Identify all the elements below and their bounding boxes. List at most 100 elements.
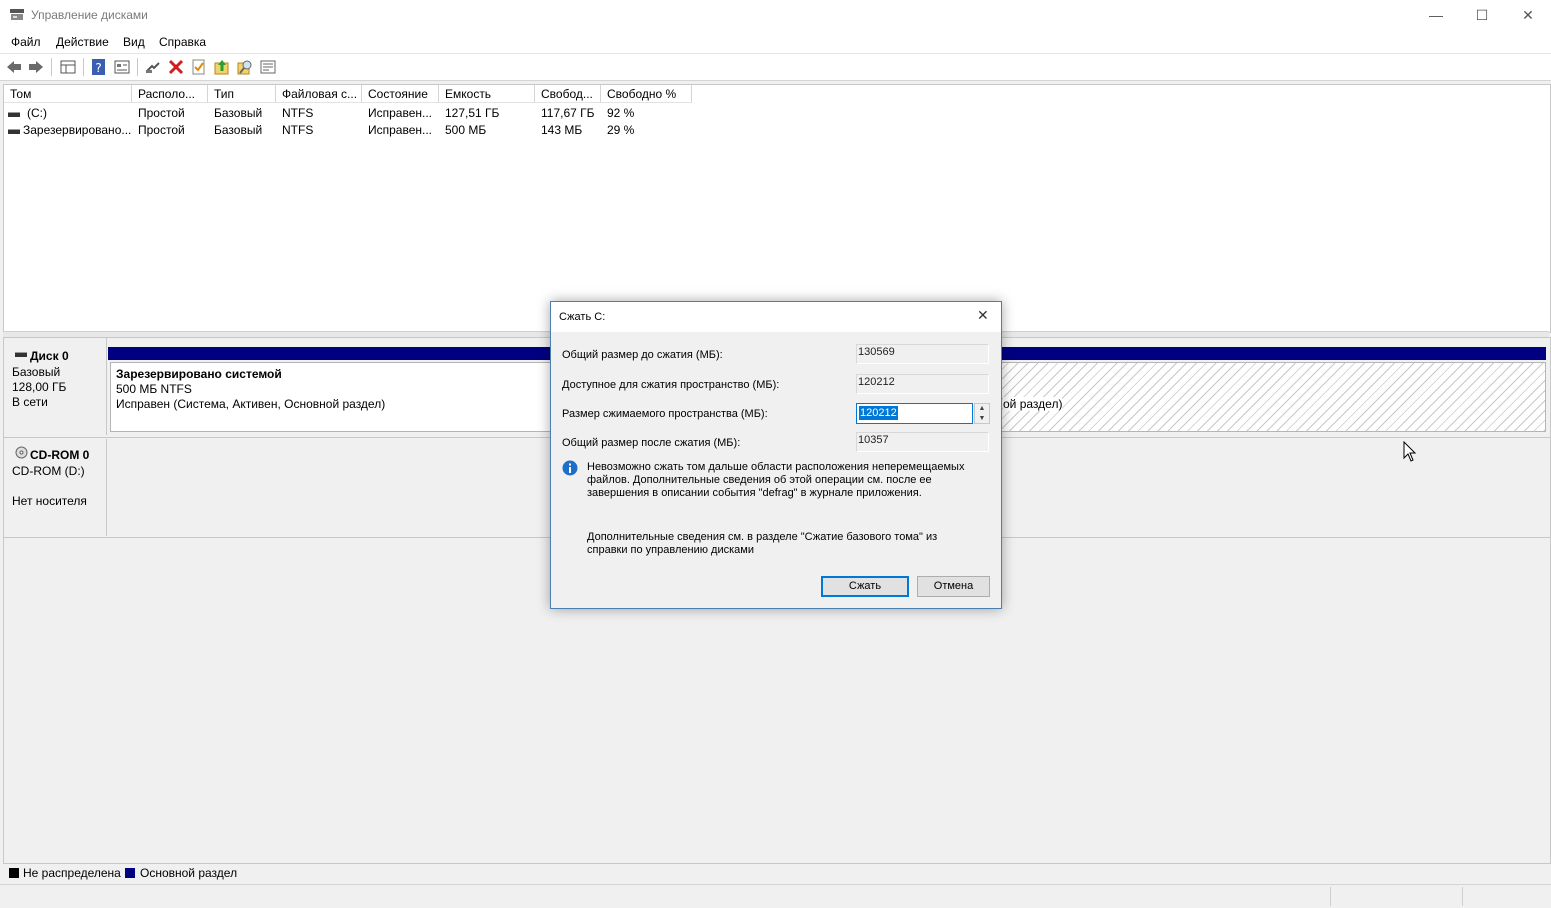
- legend-swatch-unallocated: [9, 868, 19, 878]
- disk-icon: [15, 352, 27, 357]
- table-row[interactable]: Зарезервировано... Простой Базовый NTFS …: [4, 122, 704, 139]
- disk0-info[interactable]: Диск 0 Базовый 128,00 ГБ В сети: [4, 338, 107, 435]
- shrink-dialog: Сжать C: ✕ Общий размер до сжатия (МБ): …: [550, 301, 1002, 609]
- minimize-button[interactable]: —: [1413, 0, 1459, 31]
- dialog-title: Сжать C:: [559, 311, 606, 323]
- disk0-name: Диск 0: [30, 349, 69, 363]
- menu-action[interactable]: Действие: [56, 35, 109, 49]
- column-header-status[interactable]: Состояние: [362, 85, 439, 103]
- cdrom0-info[interactable]: CD-ROM 0 CD-ROM (D:) Нет носителя: [4, 439, 107, 536]
- cell-free-percent: 29 %: [607, 123, 635, 137]
- volume-icon: [8, 129, 20, 134]
- mouse-cursor-icon: [1403, 441, 1417, 462]
- more-info-line-1: Дополнительные сведения см. в разделе "С…: [587, 531, 938, 543]
- column-header-capacity[interactable]: Емкость: [439, 85, 535, 103]
- total-before-label: Общий размер до сжатия (МБ):: [562, 349, 723, 361]
- info-icon: [562, 460, 578, 476]
- partition-status: Исправен (Система, Активен, Основной раз…: [116, 397, 386, 411]
- disk0-type: Базовый: [12, 365, 61, 379]
- more-info-line-2: справки по управлению дисками: [587, 544, 754, 556]
- connect-icon[interactable]: [144, 58, 162, 76]
- cell-filesystem: NTFS: [282, 106, 314, 120]
- cell-status: Исправен...: [368, 123, 433, 137]
- svg-text:?: ?: [95, 61, 101, 75]
- toolbar: ?: [0, 53, 1551, 81]
- toolbar-separator: [83, 58, 84, 76]
- shrink-size-input[interactable]: 120212: [856, 403, 973, 424]
- total-before-value: 130569: [856, 344, 989, 364]
- cell-status: Исправен...: [368, 106, 433, 120]
- column-header-volume[interactable]: Том: [4, 85, 132, 103]
- cell-free-space: 143 МБ: [541, 123, 583, 137]
- info-line-1: Невозможно сжать том дальше области расп…: [587, 461, 965, 473]
- import-icon[interactable]: [213, 58, 231, 76]
- view-icon[interactable]: [113, 58, 131, 76]
- partition-size: 500 МБ NTFS: [116, 382, 192, 396]
- title-bar: Управление дисками — ☐ ✕: [0, 0, 1551, 31]
- cancel-button[interactable]: Отмена: [917, 576, 990, 597]
- menu-bar: Файл Действие Вид Справка: [0, 31, 1551, 53]
- back-icon[interactable]: [5, 58, 23, 76]
- cell-layout: Простой: [138, 106, 185, 120]
- shrink-size-spinner[interactable]: ▲ ▼: [974, 403, 990, 424]
- menu-file[interactable]: Файл: [11, 35, 41, 49]
- available-label: Доступное для сжатия пространство (МБ):: [562, 379, 780, 391]
- status-bar: [0, 884, 1551, 908]
- search-icon[interactable]: [236, 58, 254, 76]
- maximize-button[interactable]: ☐: [1459, 0, 1505, 31]
- cdrom0-name: CD-ROM 0: [30, 448, 90, 462]
- help-icon[interactable]: ?: [90, 58, 108, 76]
- list-icon[interactable]: [259, 58, 277, 76]
- dialog-close-icon[interactable]: ✕: [977, 307, 989, 324]
- column-header-filesystem[interactable]: Файловая с...: [276, 85, 362, 103]
- disk0-size: 128,00 ГБ: [12, 380, 67, 394]
- info-line-2: файлов. Дополнительные сведения об этой …: [587, 474, 932, 486]
- spin-down-icon[interactable]: ▼: [975, 414, 989, 423]
- column-header-layout[interactable]: Располо...: [132, 85, 208, 103]
- cell-type: Базовый: [214, 123, 263, 137]
- column-header-type[interactable]: Тип: [208, 85, 276, 103]
- close-window-button[interactable]: ✕: [1505, 0, 1551, 31]
- menu-help[interactable]: Справка: [159, 35, 206, 49]
- properties-grid-icon[interactable]: [59, 58, 77, 76]
- info-message: Невозможно сжать том дальше области расп…: [587, 461, 964, 500]
- legend-swatch-primary: [125, 868, 135, 878]
- legend: Не распределена Основной раздел: [3, 863, 1549, 884]
- forward-icon[interactable]: [27, 58, 45, 76]
- disk-management-app-icon: [10, 9, 24, 20]
- column-header-free-space[interactable]: Свобод...: [535, 85, 601, 103]
- legend-label-unallocated: Не распределена: [23, 866, 121, 880]
- cdrom-icon: [15, 446, 28, 459]
- cdrom0-drive: CD-ROM (D:): [12, 464, 85, 478]
- cdrom0-status: Нет носителя: [12, 494, 87, 508]
- check-icon[interactable]: [190, 58, 208, 76]
- volume-list: Том Располо... Тип Файловая с... Состоян…: [3, 84, 1551, 333]
- cell-layout: Простой: [138, 123, 185, 137]
- total-after-value: 10357: [856, 432, 989, 452]
- cell-free-percent: 92 %: [607, 106, 635, 120]
- status-bar-separator: [1330, 887, 1331, 906]
- legend-label-primary: Основной раздел: [140, 866, 238, 880]
- toolbar-separator: [137, 58, 138, 76]
- shrink-size-selected-text: 120212: [859, 406, 898, 420]
- total-after-label: Общий размер после сжатия (МБ):: [562, 437, 741, 449]
- available-value: 120212: [856, 374, 989, 394]
- cell-type: Базовый: [214, 106, 263, 120]
- menu-view[interactable]: Вид: [123, 35, 145, 49]
- spin-up-icon[interactable]: ▲: [975, 404, 989, 413]
- column-header-free-percent[interactable]: Свободно %: [601, 85, 692, 103]
- partition-system-reserved[interactable]: Зарезервировано системой 500 МБ NTFS Исп…: [110, 362, 612, 432]
- window-title: Управление дисками: [31, 8, 148, 22]
- dialog-title-bar: Сжать C: ✕: [551, 302, 1001, 332]
- info-line-3: завершения в описании события "defrag" в…: [587, 487, 922, 499]
- shrink-button[interactable]: Сжать: [821, 576, 909, 597]
- partition-c-status: ой раздел): [1003, 397, 1063, 411]
- cell-volume: (C:): [27, 106, 47, 120]
- status-bar-separator: [1462, 887, 1463, 906]
- cell-free-space: 117,67 ГБ: [541, 106, 595, 120]
- cell-capacity: 127,51 ГБ: [445, 106, 500, 120]
- cell-capacity: 500 МБ: [445, 123, 487, 137]
- cell-filesystem: NTFS: [282, 123, 314, 137]
- table-row[interactable]: (C:) Простой Базовый NTFS Исправен... 12…: [4, 105, 704, 122]
- delete-icon[interactable]: [167, 58, 185, 76]
